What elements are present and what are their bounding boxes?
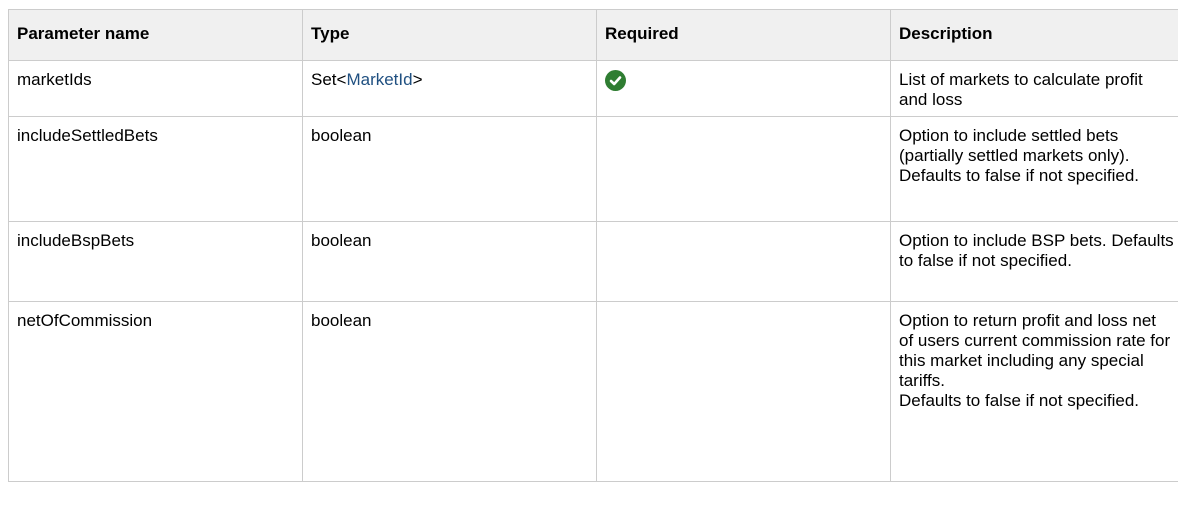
type-cell: Set<MarketId> (302, 60, 597, 117)
description-text: Option to return profit and loss net of … (899, 311, 1171, 390)
param-name-cell: includeBspBets (8, 221, 303, 302)
header-required: Required (596, 9, 891, 61)
header-description: Description (890, 9, 1178, 61)
table-row: includeBspBets boolean Option to include… (8, 221, 1178, 302)
table-row: marketIds Set<MarketId> List of markets … (8, 60, 1178, 117)
required-cell (596, 301, 891, 482)
description-cell: Option to include settled bets (partiall… (890, 116, 1178, 222)
type-cell: boolean (302, 301, 597, 482)
param-name-cell: netOfCommission (8, 301, 303, 482)
type-cell: boolean (302, 116, 597, 222)
description-cell: Option to return profit and loss net of … (890, 301, 1178, 482)
param-name-cell: includeSettledBets (8, 116, 303, 222)
parameters-table: Parameter name Type Required Description… (8, 9, 1178, 482)
header-type: Type (302, 9, 597, 61)
type-suffix: > (412, 70, 423, 89)
table-row: includeSettledBets boolean Option to inc… (8, 116, 1178, 222)
check-circle-icon (605, 70, 626, 91)
header-parameter-name: Parameter name (8, 9, 303, 61)
type-prefix: Set< (311, 70, 347, 89)
required-cell (596, 60, 891, 117)
table-header-row: Parameter name Type Required Description (8, 9, 1178, 61)
param-name-cell: marketIds (8, 60, 303, 117)
table-row: netOfCommission boolean Option to return… (8, 301, 1178, 482)
description-cell: Option to include BSP bets. Defaults to … (890, 221, 1178, 302)
type-cell: boolean (302, 221, 597, 302)
description-cell: List of markets to calculate profit and … (890, 60, 1178, 117)
description-default-note: Defaults to false if not specified. (899, 391, 1140, 410)
required-cell (596, 116, 891, 222)
required-cell (596, 221, 891, 302)
marketid-link[interactable]: MarketId (346, 70, 412, 89)
